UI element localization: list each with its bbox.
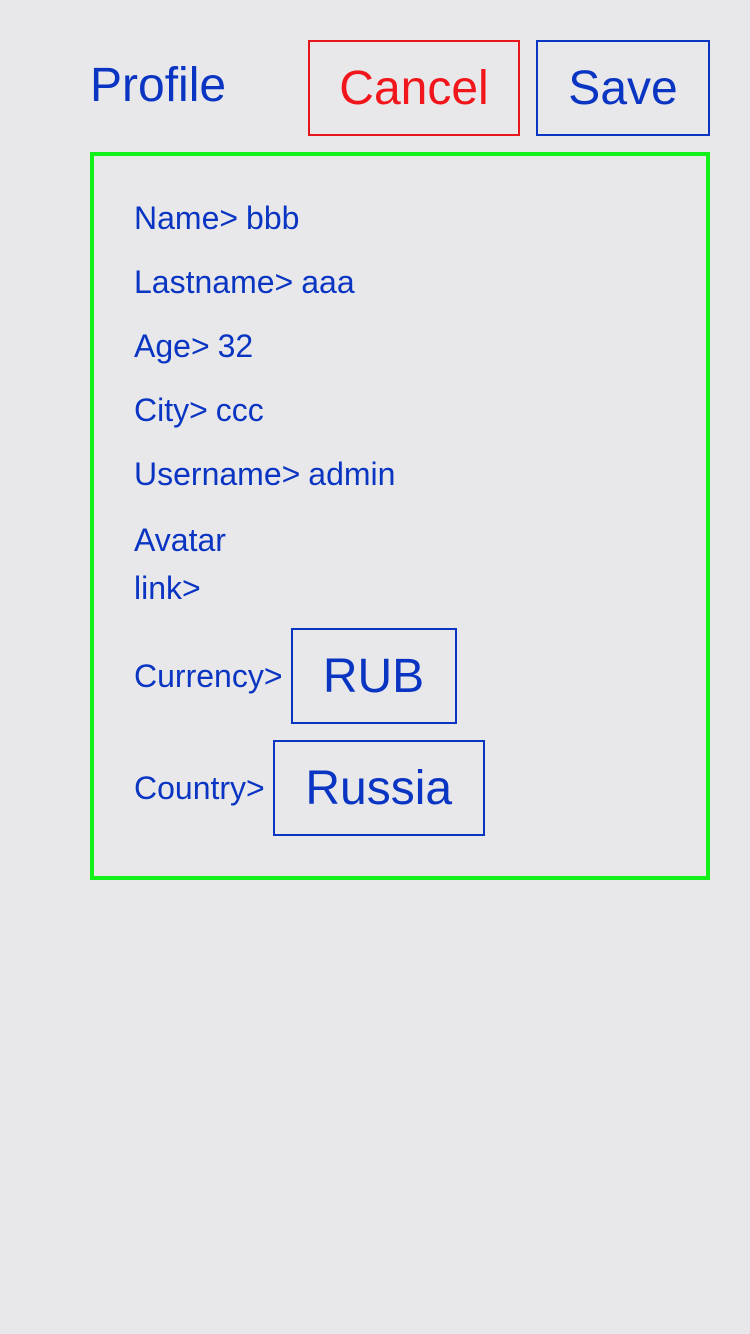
age-label: Age> bbox=[134, 328, 210, 364]
name-value[interactable]: bbb bbox=[246, 200, 299, 236]
save-button[interactable]: Save bbox=[536, 40, 710, 136]
username-field[interactable]: Username> admin bbox=[134, 450, 395, 498]
age-field[interactable]: Age> 32 bbox=[134, 322, 253, 370]
name-field[interactable]: Name> bbb bbox=[134, 194, 299, 242]
name-label: Name> bbox=[134, 200, 239, 236]
city-field[interactable]: City> ccc bbox=[134, 386, 264, 434]
page-title: Profile bbox=[90, 59, 227, 112]
lastname-label: Lastname> bbox=[134, 264, 294, 300]
username-value[interactable]: admin bbox=[308, 456, 395, 492]
currency-label: Currency> bbox=[134, 657, 283, 694]
currency-select[interactable]: RUB bbox=[290, 628, 457, 724]
age-value[interactable]: 32 bbox=[218, 328, 254, 364]
country-select[interactable]: Russia bbox=[272, 740, 485, 836]
currency-row: Currency> RUB bbox=[134, 628, 457, 724]
country-row: Country> Russia bbox=[134, 740, 485, 836]
lastname-value[interactable]: aaa bbox=[301, 264, 354, 300]
country-label: Country> bbox=[134, 769, 265, 806]
avatar-link-label: Avatar link> bbox=[134, 522, 226, 606]
city-label: City> bbox=[134, 392, 208, 428]
lastname-field[interactable]: Lastname> aaa bbox=[134, 258, 355, 306]
city-value[interactable]: ccc bbox=[216, 392, 264, 428]
avatar-link-field[interactable]: Avatar link> bbox=[134, 516, 254, 612]
cancel-button[interactable]: Cancel bbox=[308, 40, 520, 136]
username-label: Username> bbox=[134, 456, 301, 492]
profile-card: Name> bbb Lastname> aaa Age> 32 City> ccc Us… bbox=[90, 152, 710, 880]
